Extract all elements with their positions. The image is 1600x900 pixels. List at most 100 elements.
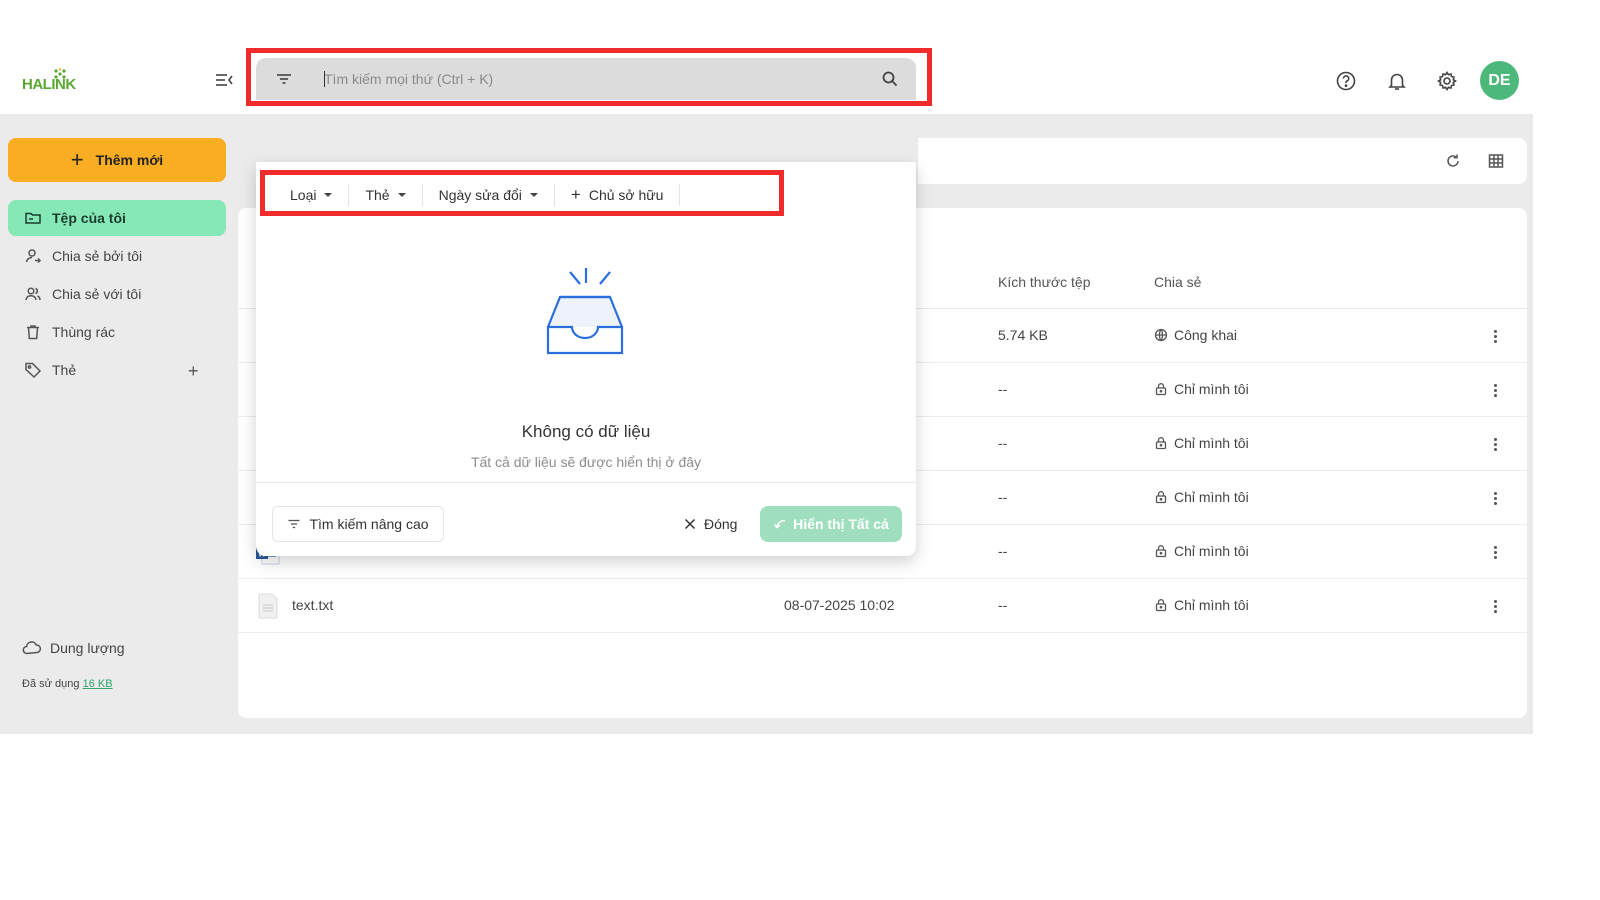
storage-used-text: Đã sử dụng 16 KB	[22, 678, 113, 690]
share-status: Chỉ mình tôi	[1154, 381, 1249, 397]
row-menu-icon[interactable]	[1490, 542, 1500, 562]
share-status: Công khai	[1154, 327, 1237, 343]
lock-icon	[1155, 383, 1167, 396]
filter-modified-date[interactable]: Ngày sửa đổi	[423, 184, 555, 206]
storage-used-prefix: Đã sử dụng	[22, 678, 80, 690]
advanced-search-label: Tìm kiếm nâng cao	[309, 516, 429, 532]
table-row[interactable]: text.txt 08-07-2025 10:02 -- Chỉ mình tô…	[238, 579, 1527, 633]
close-button[interactable]: Đóng	[684, 506, 737, 542]
filter-label: Thẻ	[365, 187, 390, 203]
tag-icon	[25, 362, 42, 379]
close-label: Đóng	[704, 516, 738, 532]
file-size: --	[998, 381, 1008, 397]
dropdown-divider	[256, 482, 916, 483]
search-bar	[256, 58, 916, 100]
share-label: Chỉ mình tôi	[1174, 489, 1249, 505]
sidebar-item-tags[interactable]: Thẻ +	[8, 352, 226, 388]
filter-type[interactable]: Loại	[274, 184, 350, 206]
menu-collapse-icon[interactable]	[214, 70, 234, 90]
filter-owner[interactable]: + Chủ sở hữu	[555, 184, 681, 206]
gear-icon[interactable]	[1435, 69, 1459, 93]
sidebar: + Thêm mới Tệp của tôi Chia sẻ bởi tôi C…	[0, 114, 238, 734]
empty-inbox-icon	[546, 268, 624, 355]
avatar[interactable]: DE	[1480, 61, 1519, 100]
lock-icon	[1155, 437, 1167, 450]
search-dropdown: Loại Thẻ Ngày sửa đổi + Chủ sở hữu Không …	[256, 162, 916, 556]
sidebar-item-label: Thùng rác	[52, 324, 116, 340]
sidebar-item-label: Thẻ	[52, 362, 77, 378]
logo-text: HALINK	[22, 76, 76, 93]
top-bar: HALINK DE	[0, 48, 1533, 114]
row-menu-icon[interactable]	[1490, 434, 1500, 454]
file-date: 08-07-2025 10:02	[784, 597, 895, 613]
column-header-share[interactable]: Chia sẻ	[1154, 274, 1201, 290]
user-share-icon	[25, 249, 42, 264]
app-window: HALINK DE +	[0, 48, 1533, 734]
lock-icon	[1155, 491, 1167, 504]
row-menu-icon[interactable]	[1490, 326, 1500, 346]
caret-down-icon	[324, 193, 333, 197]
filter-tag[interactable]: Thẻ	[349, 184, 423, 206]
add-new-button[interactable]: + Thêm mới	[8, 138, 226, 182]
share-status: Chỉ mình tôi	[1154, 435, 1249, 451]
text-file-icon	[258, 593, 278, 619]
sidebar-item-label: Chia sẻ với tôi	[52, 286, 142, 302]
filter-label: Loại	[290, 187, 317, 203]
share-status: Chỉ mình tôi	[1154, 597, 1249, 613]
advanced-search-button[interactable]: Tìm kiếm nâng cao	[272, 506, 444, 542]
trash-icon	[27, 325, 39, 340]
share-status: Chỉ mình tôi	[1154, 543, 1249, 559]
show-all-label: Hiển thị Tất cả	[793, 516, 889, 532]
share-label: Chỉ mình tôi	[1174, 435, 1249, 451]
users-icon	[25, 287, 41, 301]
globe-icon	[1154, 328, 1168, 342]
filter-chips: Loại Thẻ Ngày sửa đổi + Chủ sở hữu	[274, 184, 681, 206]
add-tag-icon[interactable]: +	[188, 362, 199, 380]
row-menu-icon[interactable]	[1490, 380, 1500, 400]
file-size: 5.74 KB	[998, 327, 1048, 343]
search-icon[interactable]	[880, 69, 900, 89]
storage-used-link[interactable]: 16 KB	[83, 678, 113, 690]
grid-view-icon[interactable]	[1487, 152, 1505, 170]
sidebar-item-shared-by-me[interactable]: Chia sẻ bởi tôi	[8, 238, 226, 274]
sidebar-item-trash[interactable]: Thùng rác	[8, 314, 226, 350]
help-icon[interactable]	[1334, 69, 1358, 93]
sidebar-item-my-files[interactable]: Tệp của tôi	[8, 200, 226, 236]
sidebar-item-label: Tệp của tôi	[52, 210, 126, 226]
cloud-icon	[22, 641, 42, 655]
filter-icon[interactable]	[274, 69, 294, 89]
file-name[interactable]: text.txt	[292, 597, 333, 613]
share-label: Chỉ mình tôi	[1174, 381, 1249, 397]
row-menu-icon[interactable]	[1490, 488, 1500, 508]
file-size: --	[998, 435, 1008, 451]
bell-icon[interactable]	[1385, 69, 1409, 93]
file-size: --	[998, 489, 1008, 505]
folder-icon	[25, 212, 41, 224]
file-size: --	[998, 543, 1008, 559]
show-all-button[interactable]: Hiển thị Tất cả	[760, 506, 902, 542]
sidebar-item-label: Chia sẻ bởi tôi	[52, 248, 143, 264]
plus-icon: +	[70, 147, 84, 172]
plus-icon: +	[570, 185, 581, 204]
storage-section[interactable]: Dung lượng	[22, 640, 125, 656]
filter-label: Ngày sửa đổi	[438, 187, 522, 203]
empty-state-subtitle: Tất cả dữ liệu sẽ được hiển thị ở đây	[470, 454, 702, 470]
storage-label: Dung lượng	[50, 640, 125, 656]
return-arrow-icon	[774, 519, 786, 529]
search-input[interactable]	[324, 58, 864, 100]
empty-state-title: Không có dữ liệu	[521, 422, 651, 441]
refresh-icon[interactable]	[1444, 152, 1462, 170]
share-label: Chỉ mình tôi	[1174, 543, 1249, 559]
share-label: Công khai	[1174, 327, 1238, 343]
sidebar-item-shared-with-me[interactable]: Chia sẻ với tôi	[8, 276, 226, 312]
share-label: Chỉ mình tôi	[1174, 597, 1249, 613]
row-menu-icon[interactable]	[1490, 596, 1500, 616]
caret-down-icon	[397, 193, 406, 197]
text-caret	[324, 71, 325, 87]
app-logo[interactable]: HALINK	[22, 68, 82, 94]
close-icon	[684, 518, 696, 530]
share-status: Chỉ mình tôi	[1154, 489, 1249, 505]
file-size: --	[998, 597, 1008, 613]
add-new-label: Thêm mới	[95, 152, 164, 168]
column-header-size[interactable]: Kích thước tệp	[998, 274, 1090, 290]
